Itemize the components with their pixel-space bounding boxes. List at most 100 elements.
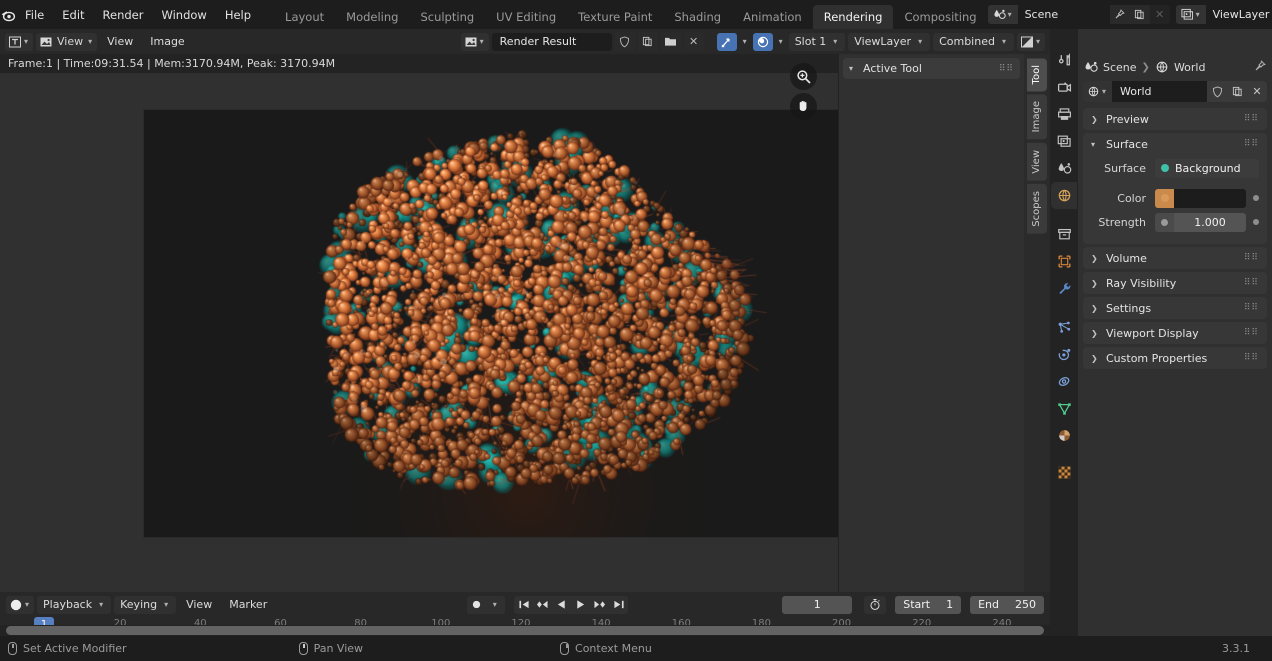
strength-animate-dot-icon[interactable] <box>1253 219 1259 225</box>
breadcrumb-scene[interactable]: Scene <box>1103 61 1137 74</box>
sidebar-tab-image[interactable]: Image <box>1027 94 1047 140</box>
unlink-world-icon[interactable]: ✕ <box>1247 81 1267 102</box>
properties-tab-data[interactable] <box>1051 395 1077 422</box>
editor-type-selector[interactable]: ▾ <box>5 32 34 51</box>
new-scene-icon[interactable] <box>1129 5 1150 24</box>
surface-shader-field[interactable]: Background <box>1155 158 1259 178</box>
current-frame-field[interactable]: 1 <box>782 595 853 614</box>
unlink-scene-icon[interactable]: ✕ <box>1149 5 1170 24</box>
workspace-tab-sculpting[interactable]: Sculpting <box>409 5 485 29</box>
image-datablock-icon-dropdown[interactable]: ▾ <box>460 32 489 51</box>
properties-tab-physics[interactable] <box>1051 341 1077 368</box>
pin-id-icon[interactable] <box>1254 59 1266 75</box>
zoom-icon[interactable] <box>790 63 817 90</box>
pin-scene-icon[interactable] <box>1109 5 1130 24</box>
auto-keying-options-chevron-down-icon[interactable]: ▾ <box>486 596 505 614</box>
workspace-tab-animation[interactable]: Animation <box>732 5 813 29</box>
panel-header-preview[interactable]: ❯ Preview ⠿⠿ <box>1083 108 1267 130</box>
render-slot-selector[interactable]: Slot 1 ▾ <box>788 32 846 51</box>
properties-tab-world[interactable] <box>1051 182 1077 209</box>
properties-tab-material[interactable] <box>1051 422 1077 449</box>
image-datablock-name[interactable]: Render Result <box>500 35 577 48</box>
workspace-tab-shading[interactable]: Shading <box>663 5 732 29</box>
panel-header-surface[interactable]: ▾ Surface ⠿⠿ <box>1083 133 1267 155</box>
timeline-menu-marker[interactable]: Marker <box>222 596 274 614</box>
panel-header-ray-visibility[interactable]: ❯ Ray Visibility ⠿⠿ <box>1083 272 1267 294</box>
topbar-menu-render[interactable]: Render <box>94 5 153 25</box>
topbar-menu-help[interactable]: Help <box>216 5 260 25</box>
jump-to-end-button[interactable] <box>609 596 628 614</box>
jump-to-start-button[interactable] <box>514 596 533 614</box>
playback-menu[interactable]: Playback ▾ <box>37 595 112 614</box>
display-mode-selector[interactable]: View ▾ <box>36 32 98 51</box>
menu-image[interactable]: Image <box>143 33 191 51</box>
unlink-image-icon[interactable]: ✕ <box>683 32 704 51</box>
frame-end-field[interactable]: End 250 <box>970 595 1044 614</box>
world-name-field[interactable]: World <box>1112 81 1207 102</box>
strength-socket-icon[interactable] <box>1155 212 1174 232</box>
workspace-tab-modeling[interactable]: Modeling <box>335 5 409 29</box>
view-as-render-toggle[interactable] <box>752 32 773 51</box>
viewlayer-name[interactable]: ViewLayer <box>1205 5 1272 24</box>
copy-image-icon[interactable] <box>637 32 658 51</box>
world-datablock-icon[interactable]: ▾ <box>1083 81 1113 102</box>
rendered-image[interactable] <box>143 109 906 538</box>
color-swatch[interactable] <box>1174 188 1246 208</box>
render-slot-pin-toggle[interactable] <box>716 32 737 51</box>
panel-header-custom-properties[interactable]: ❯ Custom Properties ⠿⠿ <box>1083 347 1267 369</box>
panel-active-tool[interactable]: ▾ Active Tool ⠿⠿ <box>843 58 1020 79</box>
sidebar-tab-scopes[interactable]: Scopes <box>1027 183 1047 234</box>
render-pass-selector[interactable]: Combined ▾ <box>933 32 1014 51</box>
fake-user-shield-icon[interactable] <box>1207 81 1227 102</box>
fake-user-shield-icon[interactable] <box>614 32 635 51</box>
timeline-editor-type-icon[interactable]: ▾ <box>6 595 35 614</box>
workspace-tab-compositing[interactable]: Compositing <box>893 5 987 29</box>
properties-tab-output[interactable] <box>1051 101 1077 128</box>
panel-header-volume[interactable]: ❯ Volume ⠿⠿ <box>1083 247 1267 269</box>
topbar-menu-file[interactable]: File <box>16 5 53 25</box>
properties-tab-modifier[interactable] <box>1051 275 1077 302</box>
play-reverse-button[interactable] <box>552 596 571 614</box>
scene-datablock[interactable]: ▾ Scene ✕ <box>987 5 1170 24</box>
color-socket-icon[interactable] <box>1155 188 1174 208</box>
properties-tab-object[interactable] <box>1051 248 1077 275</box>
topbar-menu-edit[interactable]: Edit <box>53 5 93 25</box>
workspace-tab-rendering[interactable]: Rendering <box>812 5 894 29</box>
sidebar-tab-view[interactable]: View <box>1027 142 1047 181</box>
render-layer-selector[interactable]: ViewLayer ▾ <box>848 32 931 51</box>
properties-tab-scene[interactable] <box>1051 155 1077 182</box>
strength-value-field[interactable]: 1.000 <box>1174 212 1246 232</box>
keying-menu[interactable]: Keying ▾ <box>114 595 177 614</box>
play-button[interactable] <box>571 596 590 614</box>
use-preview-range-icon[interactable] <box>864 595 887 614</box>
workspace-tab-uv-editing[interactable]: UV Editing <box>485 5 567 29</box>
topbar-menu-window[interactable]: Window <box>152 5 215 25</box>
timeline-ruler[interactable]: 20406080100120140160180200220240 1 <box>0 617 1050 636</box>
menu-view[interactable]: View <box>100 33 140 51</box>
open-image-folder-icon[interactable] <box>660 32 681 51</box>
auto-keying-record-icon[interactable] <box>467 596 486 614</box>
properties-tab-render[interactable] <box>1051 74 1077 101</box>
timeline-horizontal-scrollbar[interactable] <box>6 626 1044 635</box>
properties-tab-tool[interactable] <box>1051 47 1077 74</box>
pan-icon[interactable] <box>790 93 817 120</box>
jump-to-next-keyframe-button[interactable] <box>590 596 609 614</box>
display-channels-selector[interactable]: ▾ <box>1016 32 1045 51</box>
color-animate-dot-icon[interactable] <box>1253 195 1259 201</box>
panel-header-viewport-display[interactable]: ❯ Viewport Display ⠿⠿ <box>1083 322 1267 344</box>
workspace-tab-layout[interactable]: Layout <box>274 5 335 29</box>
breadcrumb-world[interactable]: World <box>1174 61 1206 74</box>
properties-tab-collection[interactable] <box>1051 221 1077 248</box>
scene-name[interactable]: Scene <box>1017 5 1110 24</box>
workspace-tab-texture-paint[interactable]: Texture Paint <box>567 5 663 29</box>
panel-header-settings[interactable]: ❯ Settings ⠿⠿ <box>1083 297 1267 319</box>
jump-to-prev-keyframe-button[interactable] <box>533 596 552 614</box>
properties-tab-view-layer[interactable] <box>1051 128 1077 155</box>
viewlayer-datablock[interactable]: ▾ ViewLayer ✕ <box>1175 5 1272 24</box>
new-world-icon[interactable] <box>1227 81 1247 102</box>
timeline-menu-view[interactable]: View <box>179 596 219 614</box>
frame-start-field[interactable]: Start 1 <box>895 595 962 614</box>
sidebar-tab-tool[interactable]: Tool <box>1027 58 1047 92</box>
properties-tab-constraints[interactable] <box>1051 368 1077 395</box>
properties-tab-particles[interactable] <box>1051 314 1077 341</box>
